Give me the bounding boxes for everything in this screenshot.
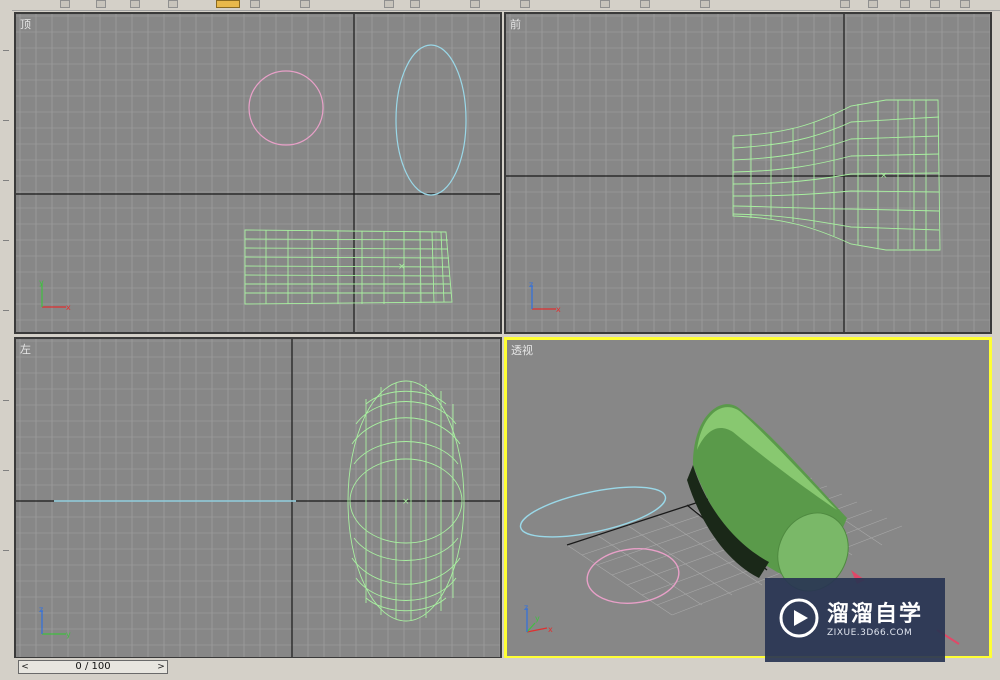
toolbar-button[interactable]: [470, 0, 480, 8]
axis-tripod: x y: [39, 278, 71, 312]
viewport-top[interactable]: × x y 顶: [14, 12, 502, 334]
viewport-label[interactable]: 前: [510, 16, 521, 32]
grid: [16, 14, 500, 332]
toolbar-button[interactable]: [300, 0, 310, 8]
viewport-label[interactable]: 左: [20, 341, 31, 357]
viewport-label[interactable]: 透视: [511, 342, 533, 358]
grid: [506, 14, 990, 332]
toolbar-button[interactable]: [96, 0, 106, 8]
play-logo-icon: [779, 598, 819, 638]
toolbar-button[interactable]: [600, 0, 610, 8]
lofted-mesh[interactable]: [732, 99, 941, 251]
toolbar-button[interactable]: [520, 0, 530, 8]
svg-text:×: ×: [880, 171, 888, 181]
toolbar-button[interactable]: [868, 0, 878, 8]
time-slider[interactable]: < 0 / 100 >: [18, 660, 168, 674]
watermark-brand: 溜溜自学: [827, 602, 924, 627]
toolbar-button[interactable]: [960, 0, 970, 8]
toolbar-button[interactable]: [840, 0, 850, 8]
x-axis-letter: x: [556, 305, 561, 314]
z-axis-letter: z: [39, 605, 43, 614]
toolbar-button[interactable]: [410, 0, 420, 8]
viewport-front-canvas: × x z: [506, 14, 990, 332]
toolbar-button[interactable]: [640, 0, 650, 8]
next-frame-button[interactable]: >: [155, 661, 167, 673]
toolbar-button[interactable]: [60, 0, 70, 8]
y-axis-letter: y: [535, 614, 540, 623]
watermark-logo: 溜溜自学 ZIXUE.3D66.COM: [765, 578, 945, 662]
x-axis-letter: x: [548, 625, 553, 634]
viewport-front[interactable]: × x z 前: [504, 12, 992, 334]
ellipse-shape[interactable]: [395, 44, 467, 196]
x-axis-letter: x: [66, 303, 71, 312]
axis-tripod: x y z: [524, 603, 553, 634]
toolbar-button[interactable]: [130, 0, 140, 8]
z-axis-letter: z: [529, 280, 533, 289]
viewport-label[interactable]: 顶: [20, 16, 31, 32]
viewport-left[interactable]: × y z 左: [14, 337, 502, 659]
viewport-left-canvas: × y z: [16, 339, 500, 657]
watermark-url: ZIXUE.3D66.COM: [827, 628, 913, 638]
svg-text:×: ×: [398, 262, 406, 272]
toolbar-button[interactable]: [384, 0, 394, 8]
circle-shape[interactable]: [584, 544, 681, 607]
left-side-strip: [0, 10, 12, 658]
y-axis-letter: y: [66, 630, 71, 639]
toolbar-button[interactable]: [700, 0, 710, 8]
y-axis-letter: y: [39, 278, 44, 287]
svg-text:×: ×: [402, 497, 410, 507]
z-axis-letter: z: [524, 603, 528, 612]
axis-tripod: y z: [39, 605, 71, 639]
select-icon[interactable]: [216, 0, 240, 8]
toolbar-button[interactable]: [930, 0, 940, 8]
axis-tripod: x z: [529, 280, 561, 314]
frame-readout: 0 / 100: [75, 661, 111, 672]
main-toolbar: [0, 0, 1000, 11]
toolbar-button[interactable]: [168, 0, 178, 8]
toolbar-button[interactable]: [250, 0, 260, 8]
toolbar-button[interactable]: [900, 0, 910, 8]
lofted-object[interactable]: [687, 404, 861, 603]
viewport-top-canvas: × x y: [16, 14, 500, 332]
